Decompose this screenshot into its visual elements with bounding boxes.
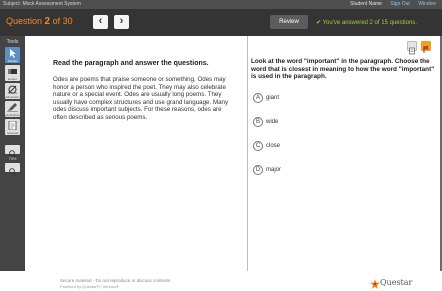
passage-text: Odes are poems that praise someone or so…: [53, 76, 229, 121]
answer-eliminator-tool-label: Answer Eliminator: [5, 91, 20, 99]
reading-passage: Read the paragraph and answer the questi…: [53, 60, 233, 122]
answered-text: You've answered 2 of 15 questions.: [322, 20, 417, 26]
option-text: major: [266, 166, 282, 173]
option-bubble[interactable]: D: [253, 164, 263, 175]
notepad-tool-label: Notepad: [6, 131, 19, 135]
answer-option-c[interactable]: C close: [253, 134, 439, 158]
answer-eliminator-tool[interactable]: Answer Eliminator: [5, 83, 20, 99]
previous-question-button[interactable]: ‹: [93, 15, 108, 29]
review-button[interactable]: Review: [270, 15, 308, 29]
window-link[interactable]: Window: [418, 1, 436, 7]
chevron-left-icon: ‹: [98, 15, 103, 27]
question-panel: Look at the word "important" in the para…: [251, 58, 439, 182]
account-links: Student Name Sign Out Window: [343, 1, 436, 7]
option-bubble[interactable]: C: [253, 140, 263, 151]
next-question-button[interactable]: ›: [114, 15, 129, 29]
questar-logo: Questar: [370, 276, 412, 291]
answer-option-d[interactable]: D major: [253, 158, 439, 182]
question-word: Question: [6, 16, 43, 26]
notes-button[interactable]: [407, 41, 417, 55]
option-text: giant: [266, 94, 280, 101]
note-icon: [409, 47, 415, 55]
zoom-out-button[interactable]: [5, 163, 20, 175]
security-notice: Secure material - Do not reproduce or di…: [60, 278, 172, 283]
highlighter-tool[interactable]: Highlighter: [5, 101, 20, 117]
chevron-right-icon: ›: [119, 15, 124, 27]
answered-status: ✔ You've answered 2 of 15 questions.: [316, 19, 417, 26]
eraser-icon: [8, 69, 17, 74]
checkmark-icon: ✔: [316, 20, 322, 26]
pointer-tool[interactable]: Pointer: [5, 47, 20, 63]
option-bubble[interactable]: B: [253, 116, 263, 127]
question-stem: Look at the word "important" in the para…: [251, 58, 435, 81]
eraser-tool-label: Eraser: [8, 77, 17, 81]
pointer-tool-label: Pointer: [7, 59, 18, 63]
tools-sidebar: Tools Pointer Eraser Answer Eliminator H…: [0, 36, 25, 271]
highlighter-tool-label: Highlighter: [5, 113, 20, 117]
zoom-in-button[interactable]: [5, 145, 20, 157]
notepad-tool[interactable]: Notepad: [5, 119, 20, 135]
flag-icon: [423, 46, 429, 53]
footer: Secure material - Do not reproduce or di…: [0, 271, 442, 291]
system-name: Subject: Mock Assessment System: [3, 1, 81, 7]
highlighter-icon: [7, 103, 18, 112]
answer-option-b[interactable]: B wide: [253, 110, 439, 134]
student-name: Student Name: [349, 1, 382, 7]
flag-button[interactable]: [421, 41, 431, 53]
answer-options: A giant B wide C close D major: [251, 86, 439, 182]
question-counter: Question 2 of 30: [6, 16, 73, 27]
question-bar: Question 2 of 30 ‹ › Review ✔ You've ans…: [0, 9, 442, 36]
magnifier-minus-icon: [9, 168, 16, 175]
option-text: wide: [266, 118, 279, 125]
magnifier-plus-icon: [9, 150, 16, 157]
question-total: of 30: [52, 16, 73, 26]
questar-star-icon: [370, 279, 380, 289]
system-bar: Subject: Mock Assessment System Student …: [0, 0, 442, 9]
brand-name: Questar: [380, 278, 413, 287]
option-text: close: [266, 142, 281, 149]
tools-title: Tools: [6, 39, 19, 45]
answer-option-a[interactable]: A giant: [253, 86, 439, 110]
version-info: Powered by Questar® | Version®: [60, 284, 119, 289]
passage-instructions: Read the paragraph and answer the questi…: [53, 60, 209, 67]
pointer-icon: [10, 49, 16, 58]
notepad-icon: [8, 121, 17, 130]
eraser-tool[interactable]: Eraser: [5, 65, 20, 81]
panel-divider: [247, 36, 248, 271]
sign-out-link[interactable]: Sign Out: [390, 1, 409, 7]
current-question-number: 2: [44, 16, 51, 27]
option-bubble[interactable]: A: [253, 92, 263, 103]
test-content: Read the paragraph and answer the questi…: [25, 36, 442, 271]
